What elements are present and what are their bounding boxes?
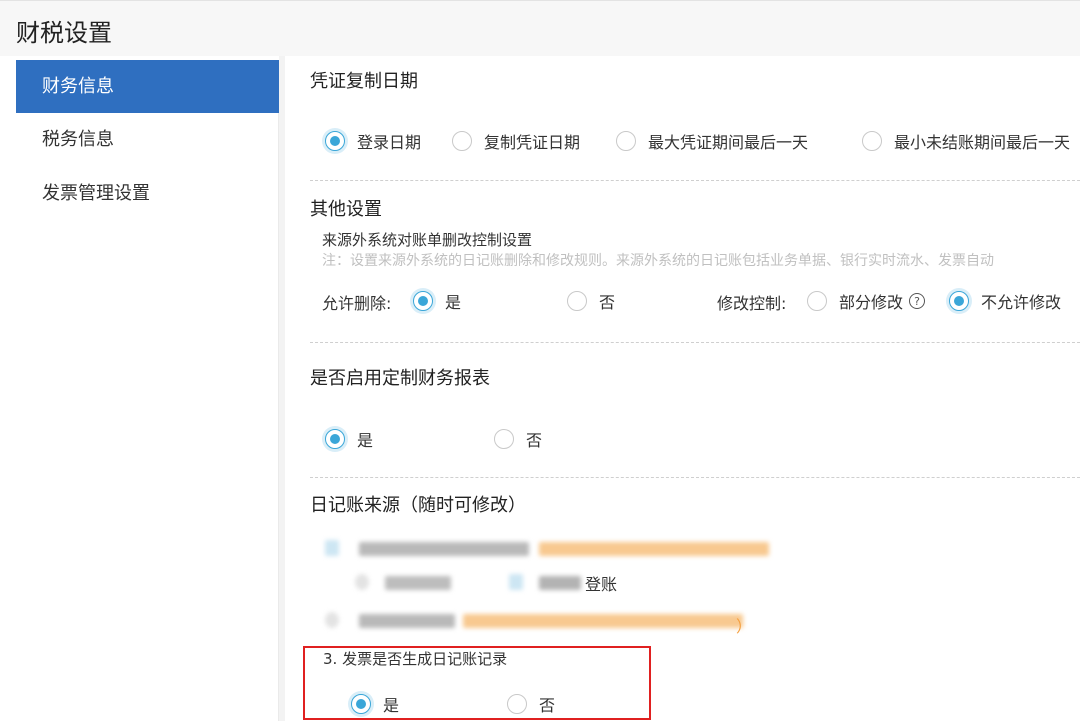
radio-copy-voucher-date[interactable]: 复制凭证日期	[452, 129, 580, 153]
radio-circle-icon	[325, 429, 345, 449]
journal-source-partial-label: 登账	[585, 575, 618, 594]
page-header: 财税设置	[0, 0, 1080, 56]
radio-label: 是	[357, 431, 374, 450]
radio-circle-icon	[507, 694, 527, 714]
radio-allow-delete-no[interactable]: 否	[567, 289, 615, 313]
radio-no-modify[interactable]: 不允许修改	[949, 289, 1061, 313]
note-text: 注：设置来源外系统的日记账删除和修改规则。来源外系统的日记账包括业务单据、银行实…	[322, 253, 994, 269]
section-divider	[310, 477, 1080, 478]
radio-circle-icon	[567, 291, 587, 311]
radio-label: 最小未结账期间最后一天	[894, 133, 1071, 152]
radio-circle-icon	[616, 131, 636, 151]
journal-source-orange-tail: ）	[736, 617, 753, 636]
radio-label: 否	[526, 431, 543, 450]
sidebar-item-tax-info[interactable]: 税务信息	[16, 113, 279, 166]
allow-delete-label: 允许删除:	[322, 294, 392, 313]
radio-label: 部分修改	[839, 293, 904, 312]
radio-circle-icon	[351, 694, 371, 714]
radio-invoice-journal-yes[interactable]: 是	[351, 692, 399, 716]
radio-label: 否	[539, 696, 556, 715]
section-title-journal-source: 日记账来源（随时可修改）	[310, 495, 526, 516]
section-title-custom-reports: 是否启用定制财务报表	[310, 368, 490, 389]
radio-label: 否	[599, 293, 616, 312]
radio-max-voucher-period-last-day[interactable]: 最大凭证期间最后一天	[616, 129, 808, 153]
sidebar-item-finance-info[interactable]: 财务信息	[16, 60, 279, 113]
radio-custom-reports-no[interactable]: 否	[494, 427, 542, 451]
radio-partial-modify[interactable]: 部分修改 ?	[807, 289, 926, 313]
radio-invoice-journal-no[interactable]: 否	[507, 692, 555, 716]
radio-custom-reports-yes[interactable]: 是	[325, 427, 373, 451]
sidebar-item-invoice-settings[interactable]: 发票管理设置	[16, 167, 279, 220]
radio-label: 不允许修改	[981, 293, 1062, 312]
radio-circle-icon	[949, 291, 969, 311]
invoice-journal-question: 3. 发票是否生成日记账记录	[323, 650, 508, 668]
radio-allow-delete-yes[interactable]: 是	[413, 289, 461, 313]
radio-label: 最大凭证期间最后一天	[648, 133, 809, 152]
section-divider	[310, 180, 1080, 181]
page-title: 财税设置	[16, 19, 112, 47]
sidebar: 财务信息 税务信息 发票管理设置	[16, 60, 279, 721]
section-title-other-settings: 其他设置	[310, 199, 382, 220]
radio-label: 是	[445, 293, 462, 312]
section-divider	[310, 342, 1080, 343]
help-icon[interactable]: ?	[909, 293, 926, 309]
settings-panel: 凭证复制日期 登录日期 复制凭证日期 最大凭证期间最后一天 最小未结账期间最后一…	[285, 56, 1080, 721]
radio-label: 复制凭证日期	[484, 133, 581, 152]
radio-label: 登录日期	[357, 133, 422, 152]
radio-circle-icon	[413, 291, 433, 311]
radio-circle-icon	[325, 131, 345, 151]
modify-control-label: 修改控制:	[717, 294, 787, 313]
radio-circle-icon	[452, 131, 472, 151]
section-title-voucher-copy-date: 凭证复制日期	[310, 71, 418, 92]
radio-login-date[interactable]: 登录日期	[325, 129, 421, 153]
radio-circle-icon	[862, 131, 882, 151]
radio-label: 是	[383, 696, 400, 715]
radio-min-open-period-last-day[interactable]: 最小未结账期间最后一天	[862, 129, 1070, 153]
radio-circle-icon	[807, 291, 827, 311]
subsection-title-external-system-control: 来源外系统对账单删改控制设置	[322, 231, 533, 249]
radio-circle-icon	[494, 429, 514, 449]
